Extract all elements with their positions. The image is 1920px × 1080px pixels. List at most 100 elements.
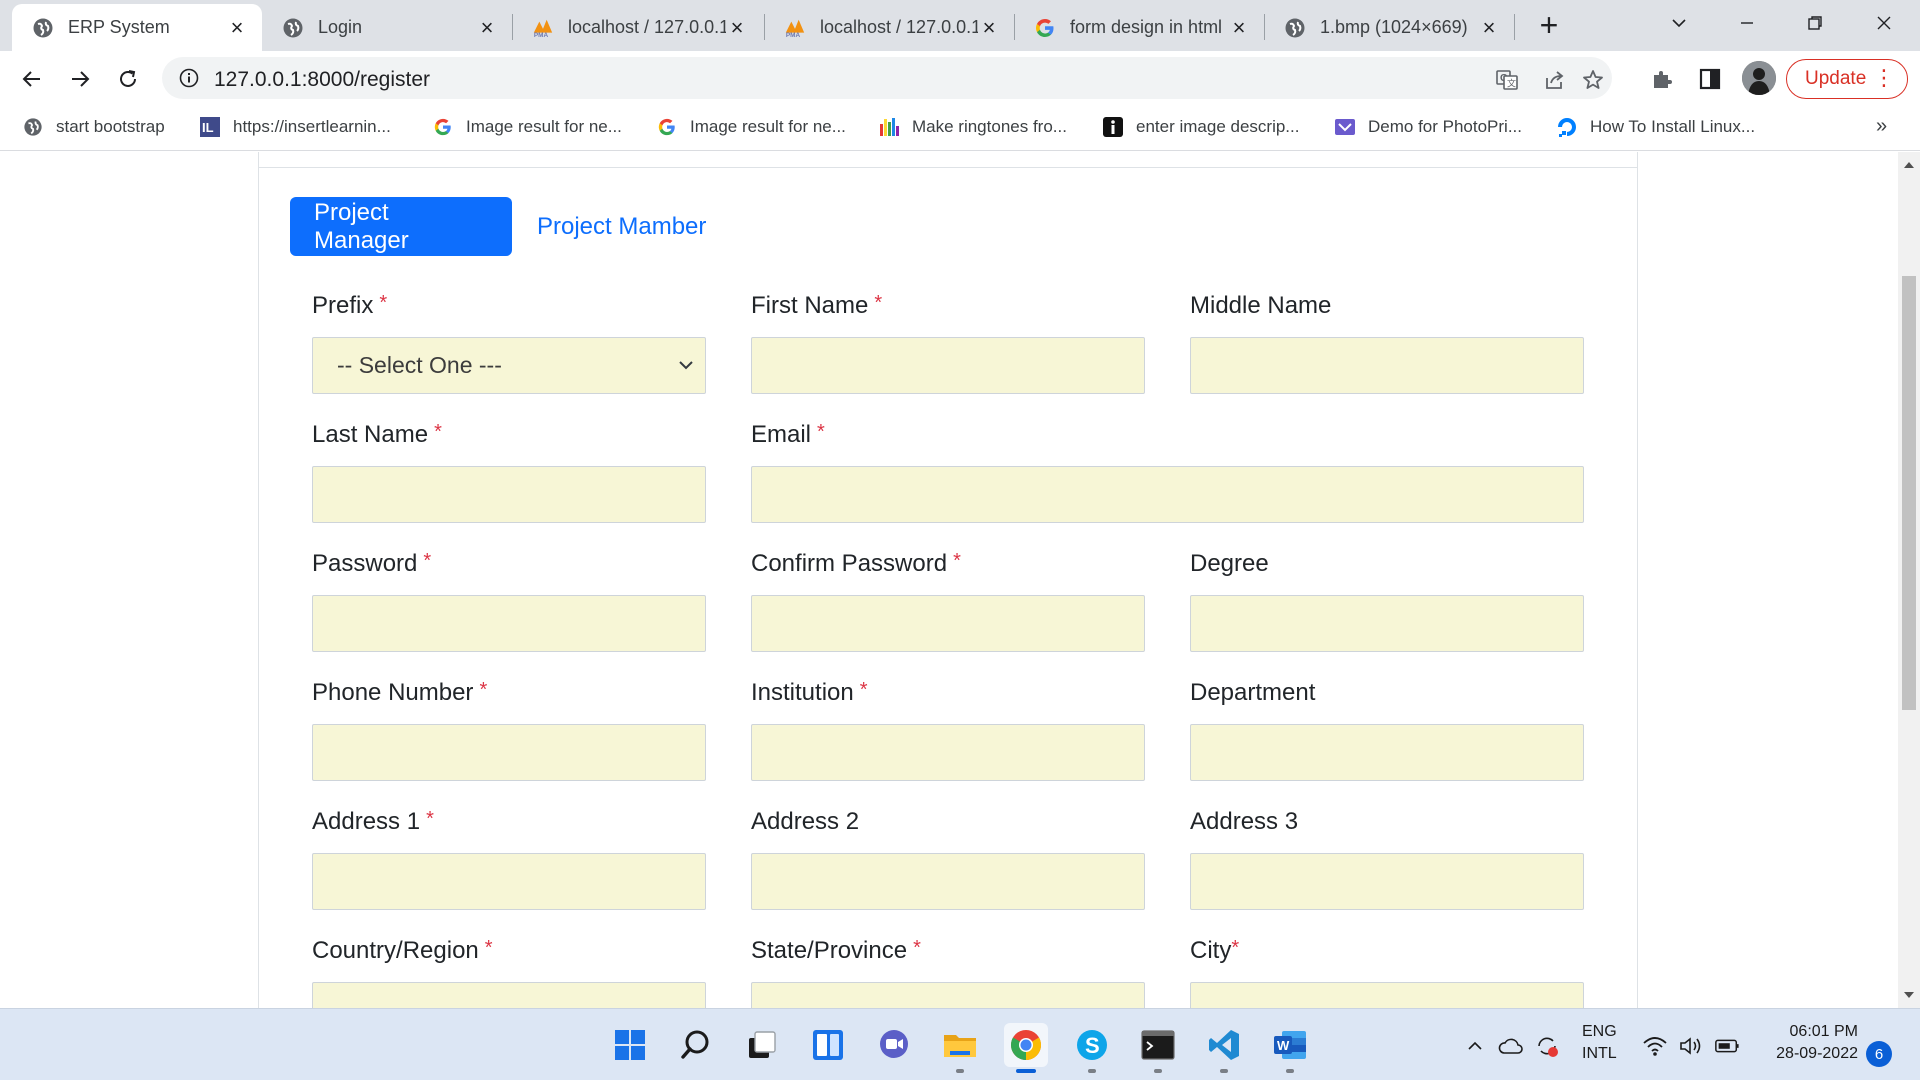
clock[interactable]: 06:01 PM 28-09-2022 (1762, 1023, 1858, 1063)
google-icon (432, 116, 454, 138)
tab-bmp-image[interactable]: 1.bmp (1024×669) × (1264, 4, 1514, 51)
country-region-select[interactable] (312, 982, 706, 1008)
forward-button[interactable] (62, 61, 98, 97)
bookmark-item[interactable]: Make ringtones fro... (878, 113, 1067, 141)
tab-search-chevron-icon[interactable] (1659, 8, 1699, 38)
side-panel-icon[interactable] (1696, 65, 1724, 93)
close-window-icon[interactable] (1864, 8, 1904, 38)
task-view-icon[interactable] (740, 1023, 784, 1067)
terminal-icon[interactable] (1136, 1023, 1180, 1073)
last-name-input[interactable] (312, 466, 706, 523)
vscode-icon[interactable] (1202, 1023, 1246, 1073)
restore-icon[interactable] (1795, 8, 1835, 38)
forward-arrow-icon (72, 71, 90, 87)
email-label: Email * (751, 421, 825, 448)
bookmark-item[interactable]: IL https://insertlearnin... (199, 113, 391, 141)
battery-icon[interactable] (1714, 1033, 1740, 1059)
back-button[interactable] (14, 61, 50, 97)
close-icon[interactable]: × (1228, 15, 1250, 40)
tab-phpmyadmin-2[interactable]: PMA localhost / 127.0.0.1 × (764, 4, 1014, 51)
back-arrow-icon (22, 71, 40, 87)
tab-login[interactable]: Login × (262, 4, 512, 51)
close-icon[interactable]: × (978, 15, 1000, 40)
chevron-up-icon[interactable] (1462, 1033, 1488, 1059)
widgets-icon[interactable] (806, 1023, 850, 1067)
extensions-puzzle-icon[interactable] (1648, 65, 1676, 93)
profile-avatar[interactable] (1742, 61, 1776, 95)
tab-google-search[interactable]: form design in html × (1014, 4, 1264, 51)
more-menu-icon[interactable]: ⋮ (1873, 66, 1895, 90)
degree-input[interactable] (1190, 595, 1584, 652)
bookmark-item[interactable]: start bootstrap (22, 113, 165, 141)
bookmark-item[interactable]: Image result for ne... (656, 113, 846, 141)
tab-title: form design in html (1070, 17, 1223, 37)
site-info-icon[interactable] (178, 67, 200, 89)
bookmark-item[interactable]: How To Install Linux... (1556, 113, 1755, 141)
degree-label: Degree (1190, 550, 1269, 577)
teams-chat-icon[interactable] (872, 1023, 916, 1067)
password-input[interactable] (312, 595, 706, 652)
address-1-label: Address 1 * (312, 808, 434, 835)
skype-icon[interactable]: S (1070, 1023, 1114, 1073)
tab-erp-system[interactable]: ERP System × (12, 4, 262, 51)
tab-project-member[interactable]: Project Mamber (513, 197, 730, 256)
address-2-input[interactable] (751, 853, 1145, 910)
department-input[interactable] (1190, 724, 1584, 781)
first-name-input[interactable] (751, 337, 1145, 394)
windows-start-icon[interactable] (608, 1023, 652, 1067)
chrome-icon[interactable] (1004, 1023, 1048, 1073)
wifi-icon[interactable] (1642, 1033, 1668, 1059)
new-tab-button[interactable]: + (1532, 9, 1566, 44)
close-icon[interactable]: × (476, 15, 498, 40)
bookmarks-overflow-button[interactable]: » (1876, 115, 1887, 138)
city-label: City* (1190, 937, 1240, 964)
update-button[interactable]: Update ⋮ (1786, 59, 1908, 99)
address-3-input[interactable] (1190, 853, 1584, 910)
word-icon[interactable]: W (1268, 1023, 1312, 1073)
page-scrollbar[interactable] (1898, 152, 1920, 1008)
tab-phpmyadmin-1[interactable]: PMA localhost / 127.0.0.1 × (512, 4, 762, 51)
scroll-up-arrow-icon[interactable] (1904, 162, 1914, 168)
language-indicator[interactable]: ENG INTL (1582, 1023, 1617, 1063)
city-select[interactable] (1190, 982, 1584, 1008)
required-asterisk: * (484, 937, 493, 959)
notification-badge[interactable]: 6 (1866, 1041, 1892, 1067)
page-viewport: Project Manager Project Mamber Prefix * -… (0, 152, 1898, 1008)
url-text[interactable]: 127.0.0.1:8000/register (214, 68, 430, 92)
minimize-icon[interactable] (1727, 8, 1767, 38)
volume-icon[interactable] (1678, 1033, 1704, 1059)
institution-input[interactable] (751, 724, 1145, 781)
state-province-select[interactable] (751, 982, 1145, 1008)
tab-project-manager[interactable]: Project Manager (290, 197, 512, 256)
sync-alert-icon[interactable] (1534, 1033, 1560, 1059)
bookmark-star-icon[interactable] (1580, 67, 1606, 93)
bookmark-item[interactable]: Image result for ne... (432, 113, 622, 141)
address-1-input[interactable] (312, 853, 706, 910)
phpmyadmin-icon: PMA (784, 17, 806, 39)
bookmark-item[interactable]: Demo for PhotoPri... (1334, 113, 1522, 141)
reload-button[interactable] (110, 61, 146, 97)
required-asterisk: * (379, 292, 388, 314)
share-icon[interactable] (1542, 67, 1568, 93)
bookmarks-bar: start bootstrap IL https://insertlearnin… (0, 105, 1920, 151)
close-icon[interactable]: × (1478, 15, 1500, 40)
scrollbar-thumb[interactable] (1902, 276, 1916, 710)
scroll-down-arrow-icon[interactable] (1904, 992, 1914, 998)
file-explorer-icon[interactable] (938, 1023, 982, 1073)
onedrive-cloud-icon[interactable] (1498, 1033, 1524, 1059)
close-icon[interactable]: × (226, 15, 248, 40)
required-asterisk: * (426, 808, 434, 830)
middle-name-input[interactable] (1190, 337, 1584, 394)
translate-icon[interactable]: G文 (1494, 67, 1520, 93)
tab-title: localhost / 127.0.0.1 (820, 17, 978, 37)
email-input[interactable] (751, 466, 1584, 523)
bookmark-item[interactable]: enter image descrip... (1102, 113, 1299, 141)
close-icon[interactable]: × (726, 15, 748, 40)
phone-number-input[interactable] (312, 724, 706, 781)
address-bar[interactable]: 127.0.0.1:8000/register G文 (162, 57, 1612, 99)
confirm-password-input[interactable] (751, 595, 1145, 652)
prefix-label: Prefix * (312, 292, 388, 319)
prefix-select[interactable]: -- Select One --- (312, 337, 706, 394)
search-icon[interactable] (674, 1023, 718, 1067)
running-indicator (1088, 1069, 1096, 1073)
